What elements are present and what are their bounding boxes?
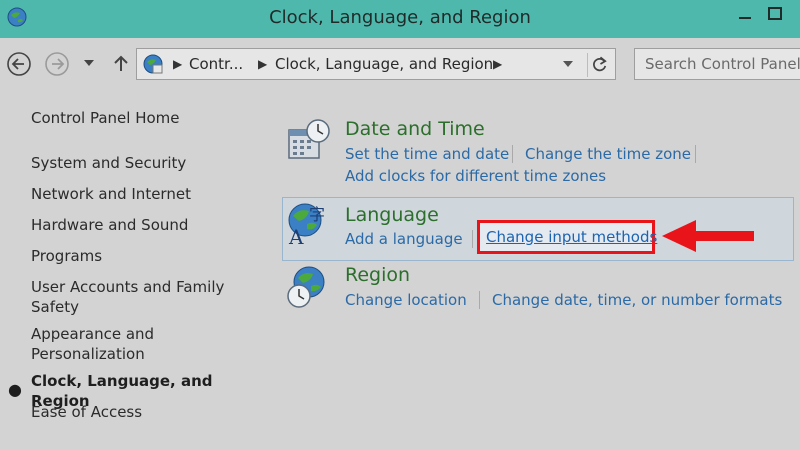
link-divider [695,145,696,163]
sidebar-item-ease-of-access[interactable]: Ease of Access [31,402,261,422]
control-panel-icon [143,54,163,74]
back-arrow-icon[interactable] [6,51,32,77]
change-location-link[interactable]: Change location [345,291,467,309]
up-arrow-icon[interactable] [108,51,134,77]
add-language-link[interactable]: Add a language [345,230,463,248]
category-date-time: Date and Time Set the time and date Chan… [282,116,790,196]
active-item-bullet: ● [8,380,22,399]
sidebar-item-system-security[interactable]: System and Security [31,153,261,173]
search-input[interactable]: Search Control Panel [634,48,800,80]
link-divider [479,291,480,309]
sidebar-item-user-accounts[interactable]: User Accounts and Family Safety [31,277,261,317]
breadcrumb-separator-icon[interactable]: ▶ [493,57,502,71]
region-title[interactable]: Region [345,264,410,286]
red-pointer-arrow-icon [662,220,754,252]
search-placeholder: Search Control Panel [645,55,800,73]
sidebar-item-control-panel-home[interactable]: Control Panel Home [31,108,261,128]
category-region: Region Change location Change date, time… [282,262,790,322]
change-input-methods-link[interactable]: Change input methods [486,228,657,246]
breadcrumb-separator-icon[interactable]: ▶ [258,57,267,71]
date-time-title[interactable]: Date and Time [345,118,485,140]
title-bar: Clock, Language, and Region [0,0,800,38]
set-time-date-link[interactable]: Set the time and date [345,145,509,163]
change-time-zone-link[interactable]: Change the time zone [525,145,691,163]
chevron-down-icon[interactable] [82,56,96,70]
change-input-methods-highlight[interactable]: Change input methods [477,220,657,254]
language-title[interactable]: Language [345,204,439,226]
breadcrumb-separator-icon[interactable]: ▶ [173,57,182,71]
svg-text:字: 字 [309,205,325,224]
add-clocks-link[interactable]: Add clocks for different time zones [345,167,606,185]
address-bar[interactable]: ▶ Contr... ▶ Clock, Language, and Region… [136,48,616,80]
region-globe-clock-icon [287,266,325,308]
sidebar-item-appearance[interactable]: Appearance and Personalization [31,324,261,364]
link-divider [512,145,513,163]
forward-arrow-icon[interactable] [44,51,70,77]
breadcrumb-control-panel[interactable]: Contr... [189,55,243,73]
sidebar-item-hardware-sound[interactable]: Hardware and Sound [31,215,261,235]
maximize-icon[interactable] [765,4,785,24]
chevron-down-icon[interactable] [561,57,575,71]
minimize-icon[interactable] [735,4,755,24]
breadcrumb-current[interactable]: Clock, Language, and Region [275,55,493,73]
svg-text:A: A [288,225,304,246]
sidebar-item-programs[interactable]: Programs [31,246,261,266]
window-title: Clock, Language, and Region [269,7,531,28]
change-formats-link[interactable]: Change date, time, or number formats [492,291,782,309]
sidebar-item-network-internet[interactable]: Network and Internet [31,184,261,204]
calendar-clock-icon [288,119,330,159]
language-globe-icon: A 字 [288,203,325,246]
sidebar: Control Panel Home System and Security N… [0,88,270,450]
link-divider [472,230,473,248]
refresh-icon[interactable] [587,53,611,77]
navigation-bar: ▶ Contr... ▶ Clock, Language, and Region… [0,38,800,88]
